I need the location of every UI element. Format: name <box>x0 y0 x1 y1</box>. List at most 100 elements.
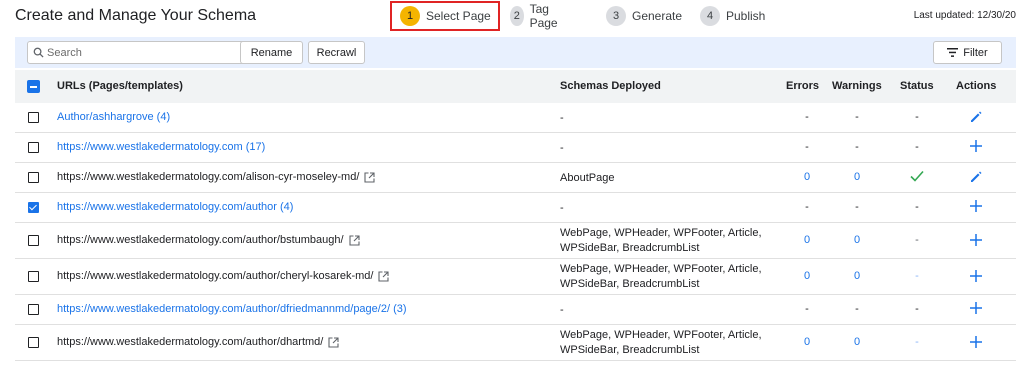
warnings-cell: - <box>855 201 859 213</box>
schemas-cell: - <box>560 202 564 214</box>
step-generate[interactable]: 3 Generate <box>606 4 682 28</box>
url-text: https://www.westlakedermatology.com/auth… <box>57 234 360 246</box>
filter-label: Filter <box>963 46 988 59</box>
table-row: Author/ashhargrove (4) - - - - <box>15 103 1016 133</box>
column-header-errors[interactable]: Errors <box>786 80 819 92</box>
table-row: https://www.westlakedermatology.com/auth… <box>15 223 1016 259</box>
add-plus-icon[interactable] <box>970 234 982 246</box>
url-text: https://www.westlakedermatology.com/auth… <box>57 336 339 348</box>
row-checkbox[interactable] <box>28 304 39 315</box>
url-link[interactable]: https://www.westlakedermatology.com (17) <box>57 141 265 153</box>
column-header-schemas[interactable]: Schemas Deployed <box>560 80 661 92</box>
url-link[interactable]: https://www.westlakedermatology.com/auth… <box>57 201 293 213</box>
step-label: Generate <box>632 9 683 23</box>
column-header-status[interactable]: Status <box>900 80 934 92</box>
row-checkbox[interactable] <box>28 337 39 348</box>
status-cell: - <box>915 234 919 246</box>
table-row: https://www.westlakedermatology.com/auth… <box>15 295 1016 325</box>
errors-cell: - <box>805 141 809 153</box>
page-title: Create and Manage Your Schema <box>15 7 257 24</box>
step-number: 3 <box>606 6 626 26</box>
status-cell: - <box>915 141 919 153</box>
errors-cell: - <box>805 111 809 123</box>
status-cell: - <box>915 201 919 213</box>
step-label: Publish <box>726 9 766 23</box>
step-number: 4 <box>700 6 720 26</box>
status-cell: - <box>915 270 919 282</box>
errors-cell[interactable]: 0 <box>800 336 814 348</box>
header: Create and Manage Your Schema 1 Select P… <box>0 0 1024 34</box>
search-input[interactable] <box>47 42 243 63</box>
status-cell: - <box>915 336 919 348</box>
row-checkbox[interactable] <box>28 271 39 282</box>
errors-cell[interactable]: 0 <box>800 234 814 246</box>
status-cell: - <box>915 303 919 315</box>
table-row: https://www.westlakedermatology.com/auth… <box>15 259 1016 295</box>
recrawl-button[interactable]: Recrawl <box>308 41 365 64</box>
add-plus-icon[interactable] <box>970 270 982 282</box>
warnings-cell[interactable]: 0 <box>850 234 864 246</box>
warnings-cell[interactable]: 0 <box>850 270 864 282</box>
add-plus-icon[interactable] <box>970 200 982 212</box>
add-plus-icon[interactable] <box>970 336 982 348</box>
search-box[interactable] <box>27 41 249 64</box>
schemas-cell: WebPage, WPHeader, WPFooter, Article, WP… <box>560 227 762 254</box>
url-link[interactable]: Author/ashhargrove (4) <box>57 111 170 123</box>
row-checkbox[interactable] <box>28 112 39 123</box>
row-checkbox[interactable] <box>28 235 39 246</box>
errors-cell[interactable]: 0 <box>800 270 814 282</box>
column-header-url[interactable]: URLs (Pages/templates) <box>57 80 183 92</box>
schemas-cell: WebPage, WPHeader, WPFooter, Article, WP… <box>560 263 762 290</box>
external-link-icon[interactable] <box>378 270 390 282</box>
step-publish[interactable]: 4 Publish <box>700 4 765 28</box>
step-label: Tag Page <box>529 2 558 30</box>
search-icon <box>33 47 44 58</box>
edit-pencil-icon[interactable] <box>969 170 983 184</box>
column-header-actions: Actions <box>956 80 997 92</box>
row-checkbox[interactable] <box>28 142 39 153</box>
warnings-cell[interactable]: 0 <box>850 171 864 183</box>
column-header-warnings[interactable]: Warnings <box>832 80 882 92</box>
external-link-icon[interactable] <box>328 336 339 348</box>
schemas-cell: AboutPage <box>560 172 615 184</box>
edit-pencil-icon[interactable] <box>969 110 983 124</box>
add-plus-icon[interactable] <box>970 302 982 314</box>
warnings-cell: - <box>855 141 859 153</box>
errors-cell[interactable]: 0 <box>800 171 814 183</box>
url-text: https://www.westlakedermatology.com/alis… <box>57 171 375 183</box>
toolbar: Rename Recrawl Filter <box>15 37 1016 68</box>
filter-button[interactable]: Filter <box>933 41 1002 64</box>
url-link[interactable]: https://www.westlakedermatology.com/auth… <box>57 303 407 315</box>
external-link-icon[interactable] <box>364 171 375 183</box>
step-number: 2 <box>510 6 524 26</box>
status-cell: - <box>915 111 919 123</box>
warnings-cell[interactable]: 0 <box>850 336 864 348</box>
schemas-cell: WebPage, WPHeader, WPFooter, Article, WP… <box>560 329 762 356</box>
external-link-icon[interactable] <box>349 234 360 246</box>
table-row: https://www.westlakedermatology.com/auth… <box>15 193 1016 223</box>
row-checkbox[interactable] <box>28 172 39 183</box>
step-tag-page[interactable]: 2 Tag Page <box>510 2 564 30</box>
add-plus-icon[interactable] <box>970 140 982 152</box>
step-label: Select Page <box>426 9 491 23</box>
errors-cell: - <box>805 303 809 315</box>
table-row: https://www.westlakedermatology.com/auth… <box>15 325 1016 361</box>
table-row: https://www.westlakedermatology.com/alis… <box>15 163 1016 193</box>
last-updated: Last updated: 12/30/20 <box>913 10 1016 21</box>
step-number: 1 <box>400 6 420 26</box>
warnings-cell: - <box>855 303 859 315</box>
row-checkbox[interactable] <box>28 202 39 213</box>
rename-button[interactable]: Rename <box>240 41 303 64</box>
url-text: https://www.westlakedermatology.com/auth… <box>57 270 390 282</box>
filter-icon <box>947 48 959 57</box>
table-row: https://www.westlakedermatology.com (17)… <box>15 133 1016 163</box>
warnings-cell: - <box>855 111 859 123</box>
select-all-checkbox[interactable] <box>27 80 40 93</box>
schemas-cell: - <box>560 112 564 124</box>
table-header: URLs (Pages/templates) Schemas Deployed … <box>15 70 1016 103</box>
schemas-cell: - <box>560 304 564 316</box>
check-icon <box>910 170 924 182</box>
schemas-cell: - <box>560 142 564 154</box>
errors-cell: - <box>805 201 809 213</box>
step-select-page[interactable]: 1 Select Page <box>390 1 500 31</box>
